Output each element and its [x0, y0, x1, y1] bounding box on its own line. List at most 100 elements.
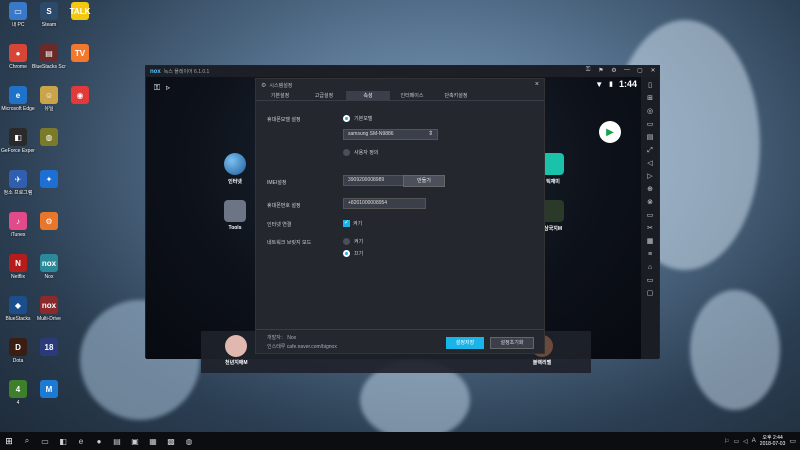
toolbar-tool-icon[interactable]: ⌂ [648, 263, 652, 272]
app-samgukji[interactable]: 삼국지M [542, 200, 564, 232]
taskbar-app-icon[interactable]: ▭ [36, 432, 54, 450]
desktop-icon[interactable]: ◉ [63, 86, 97, 106]
desktop-icon[interactable]: ▭ 내 PC [1, 2, 35, 28]
desktop-icon[interactable]: ✦ [32, 170, 66, 190]
save-settings-button[interactable]: 설정저장 [446, 337, 484, 349]
desktop-icon[interactable]: S Steam [32, 2, 66, 28]
toolbar-tool-icon[interactable]: ✂ [647, 224, 653, 233]
desktop-icon[interactable]: M [32, 380, 66, 400]
desktop-icon[interactable]: ◧ GeForce Experience [1, 128, 35, 154]
close-dialog-button[interactable]: × [535, 81, 539, 88]
start-button[interactable]: ⊞ [0, 432, 18, 450]
desktop-icon[interactable]: TV [63, 44, 97, 64]
model-select[interactable]: samsung SM-N9886 ⇕ [343, 129, 438, 140]
reset-settings-button[interactable]: 설정초기화 [490, 337, 534, 349]
taskbar-app-icon[interactable]: ▣ [126, 432, 144, 450]
tab-basic[interactable]: 기본설정 [258, 91, 302, 100]
play-store-icon[interactable]: ▶ [599, 121, 621, 143]
app-tools-folder[interactable]: Tools [224, 200, 246, 231]
ime-icon[interactable]: A [752, 438, 756, 444]
maximize-button[interactable]: ▢ [636, 67, 644, 74]
tab-shortcuts[interactable]: 단축키설정 [434, 91, 478, 100]
toolbar-tool-icon[interactable]: ◎ [647, 107, 653, 116]
toolbar-tool-icon[interactable]: ▷ [647, 172, 652, 181]
taskbar-app-icon[interactable]: ▤ [108, 432, 126, 450]
app-icon: ◧ [9, 128, 27, 146]
toolbar-tool-icon[interactable]: ≡ [648, 250, 652, 259]
desktop-icon[interactable]: ♪ iTunes [1, 212, 35, 238]
toolbar-tool-icon[interactable]: ▦ [647, 237, 654, 246]
taskbar-app-icon[interactable]: ◧ [54, 432, 72, 450]
desktop-icon[interactable]: ⚙ [32, 212, 66, 232]
flag-icon[interactable]: ⚑ [597, 67, 605, 74]
toolbar-tool-icon[interactable]: ▤ [647, 133, 654, 142]
desktop-icon[interactable]: D Dota [1, 338, 35, 364]
keyboard-icon[interactable]: ⚿ [584, 67, 592, 74]
app-icon: ▤ [40, 44, 58, 62]
toolbar-tool-icon[interactable]: ⊞ [647, 94, 653, 103]
desktop-icon-label: Netflix [11, 274, 25, 280]
radio-custom-model[interactable]: 사용자 정의 [343, 149, 378, 156]
app-internet[interactable]: 인터넷 [224, 153, 246, 185]
taskbar-app-icon[interactable]: e [72, 432, 90, 450]
desktop-icon[interactable]: nox Nox [32, 254, 66, 280]
radio-bridge-on[interactable]: 켜기 [343, 238, 363, 245]
battery-icon: ▮ [609, 81, 613, 88]
desktop-icon[interactable]: 18 [32, 338, 66, 358]
taskbar-app-icon[interactable]: ▦ [144, 432, 162, 450]
toolbar-tool-icon[interactable]: ▭ [647, 120, 654, 129]
desktop-icon[interactable]: 44 [1, 380, 35, 406]
desktop-icon[interactable]: ✈ 청소 프로그램 [1, 170, 35, 196]
toolbar-tool-icon[interactable]: ▢ [647, 289, 654, 298]
toolbar-tool-icon[interactable]: ⤢ [647, 146, 653, 155]
toolbar-tool-icon[interactable]: ▯ [648, 81, 652, 90]
clock-date: 2018-07-03 [759, 441, 786, 447]
desktop-icon[interactable]: e Microsoft Edge [1, 86, 35, 112]
radio-bridge-off[interactable]: 끄기 [343, 250, 363, 257]
radio-preset-model[interactable]: 기본모델 [343, 115, 372, 122]
tab-properties[interactable]: 속성 [346, 91, 390, 100]
toolbar-tool-icon[interactable]: ▭ [647, 276, 654, 285]
tab-advanced[interactable]: 고급설정 [302, 91, 346, 100]
window-controls: ⚿ ⚑ ⚙ — ▢ ✕ [584, 67, 657, 74]
toolbar-tool-icon[interactable]: ▭ [647, 211, 654, 220]
desktop-icon-label: GeForce Experience [1, 148, 35, 154]
lock-icon: ⚿ [154, 83, 161, 92]
toolbar-tool-icon[interactable]: ◁ [647, 159, 652, 168]
search-icon[interactable]: ⌕ [18, 432, 36, 450]
nox-logo: nox [150, 68, 161, 75]
phone-number-field[interactable]: +8201000008954 [343, 198, 426, 209]
nox-title-bar[interactable]: nox 녹스 플레이어 6.1.0.1 ⚿ ⚑ ⚙ — ▢ ✕ [146, 66, 659, 77]
desktop-icon[interactable]: ● Chrome [1, 44, 35, 70]
desktop-icon[interactable]: ◍ [32, 128, 66, 148]
desktop-icon[interactable]: N Netflix [1, 254, 35, 280]
app-icon: ✦ [40, 170, 58, 188]
desktop-icon[interactable]: nox Multi-Drive [32, 296, 66, 322]
desktop-icon[interactable]: ▤ BlueStacks Screen [32, 44, 66, 70]
people-icon[interactable]: ⚐ [724, 438, 729, 445]
toolbar-tool-icon[interactable]: ⊗ [647, 198, 653, 207]
internet-checkbox[interactable]: ✓ 켜기 [343, 220, 362, 227]
cafe-link[interactable]: cafe.naver.com/bignox [287, 344, 337, 350]
desktop-icon[interactable]: ☺ 유틸 [32, 86, 66, 112]
dock-app-cheonnyeon[interactable]: 천년지애M [225, 335, 248, 366]
taskbar-app-icon[interactable]: ◍ [180, 432, 198, 450]
settings-gear-icon[interactable]: ⚙ [610, 67, 618, 74]
taskbar-app-icon[interactable]: ● [90, 432, 108, 450]
app-tikjaemi[interactable]: 틱재미 [542, 153, 564, 185]
app-icon: ◆ [9, 296, 27, 314]
taskbar-app-icon[interactable]: ▩ [162, 432, 180, 450]
taskbar-clock[interactable]: 오후 2:44 2018-07-03 [760, 435, 786, 447]
notification-center-icon[interactable]: ▭ [789, 437, 796, 445]
network-icon[interactable]: ▭ [733, 438, 739, 445]
create-imei-button[interactable]: 만들기 [403, 175, 445, 187]
desktop-icon[interactable]: TALK [63, 2, 97, 22]
tab-interface[interactable]: 인터페이스 [390, 91, 434, 100]
radio-label: 켜기 [354, 239, 364, 245]
toolbar-tool-icon[interactable]: ⊕ [647, 185, 653, 194]
volume-icon[interactable]: ◁ [743, 438, 748, 445]
app-label: 틱재미 [546, 179, 560, 185]
desktop-icon[interactable]: ◆ BlueStacks [1, 296, 35, 322]
minimize-button[interactable]: — [623, 67, 631, 74]
close-button[interactable]: ✕ [649, 67, 657, 74]
